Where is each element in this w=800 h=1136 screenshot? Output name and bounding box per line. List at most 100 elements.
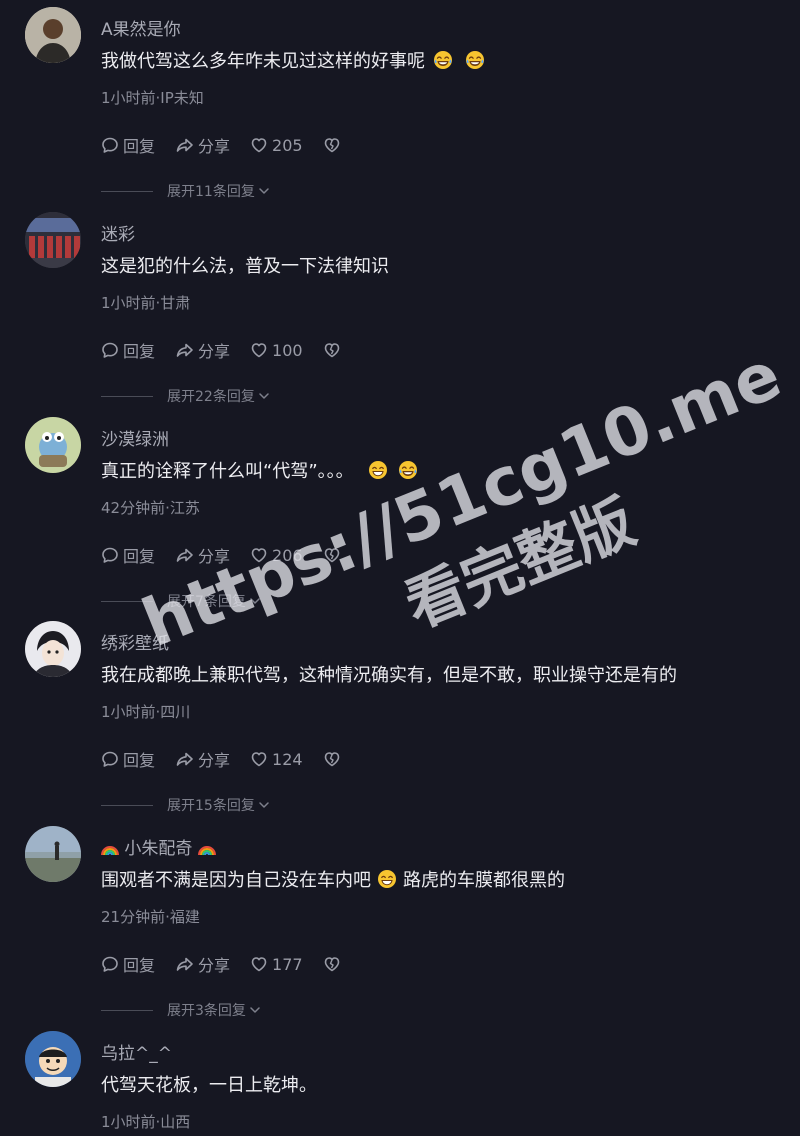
heart-icon (251, 548, 267, 563)
comment-text: 这是犯的什么法，普及一下法律知识 (101, 254, 389, 280)
dislike-button[interactable] (323, 750, 345, 768)
like-button[interactable]: 177 (250, 955, 303, 974)
username[interactable]: 绣彩壁纸 (101, 629, 169, 654)
reply-button[interactable]: 回复 (101, 133, 155, 157)
share-label: 分享 (198, 342, 231, 361)
expand-replies-button[interactable]: 展开15条回复 (101, 795, 270, 815)
chevron-down-icon (259, 188, 269, 194)
comment-text-body: 路虎的车膜都很黑的 (403, 870, 565, 891)
reply-label: 回复 (123, 956, 156, 975)
broken-heart-icon (324, 343, 339, 358)
watermark-caption: 看完整版 (396, 487, 645, 642)
comment-meta: 1小时前·山西 (101, 1113, 191, 1131)
username-text: 小朱配奇 (124, 839, 193, 859)
comment-text-body: 围观者不满是因为自己没在车内吧 (101, 870, 371, 891)
share-arrow-icon (176, 957, 193, 971)
divider-line (101, 600, 153, 602)
laughing-emoji-icon (433, 50, 453, 70)
like-count: 177 (272, 954, 303, 974)
chevron-down-icon (250, 598, 260, 604)
share-button[interactable]: 分享 (175, 133, 230, 157)
comment-actions: 回复 分享 205 (101, 133, 365, 157)
username[interactable]: 小朱配奇 (101, 834, 216, 859)
share-button[interactable]: 分享 (175, 952, 230, 976)
avatar[interactable] (25, 417, 81, 473)
avatar[interactable] (25, 7, 81, 63)
grinning-emoji-icon (368, 460, 388, 480)
reply-button[interactable]: 回复 (101, 338, 155, 362)
reply-button[interactable]: 回复 (101, 543, 155, 567)
laughing-emoji-icon (398, 460, 418, 480)
dislike-button[interactable] (323, 136, 345, 154)
expand-replies-label: 展开3条回复 (167, 1003, 246, 1019)
comment-bubble-icon (102, 956, 118, 972)
like-button[interactable]: 100 (250, 341, 303, 360)
dislike-button[interactable] (323, 955, 345, 973)
username[interactable]: 乌拉^_^ (101, 1039, 172, 1064)
comment-meta: 21分钟前·福建 (101, 908, 200, 926)
watermark-url: https://51cg10.me (132, 336, 791, 662)
comment-actions: 回复 分享 124 (101, 747, 365, 771)
expand-replies-button[interactable]: 展开3条回复 (101, 1000, 261, 1020)
share-arrow-icon (176, 752, 193, 766)
comment-text-body: 这是犯的什么法，普及一下法律知识 (101, 256, 389, 277)
dislike-button[interactable] (323, 546, 345, 564)
broken-heart-icon (324, 752, 339, 767)
comment-bubble-icon (102, 751, 118, 767)
avatar[interactable] (25, 826, 81, 882)
comment-meta: 1小时前·四川 (101, 703, 191, 721)
reply-label: 回复 (123, 547, 156, 566)
expand-replies-label: 展开11条回复 (167, 184, 255, 200)
heart-icon (251, 957, 267, 972)
comment-text: 我在成都晚上兼职代驾，这种情况确实有，但是不敢，职业操守还是有的 (101, 663, 677, 689)
reply-button[interactable]: 回复 (101, 952, 155, 976)
grinning-emoji-icon (377, 869, 397, 889)
expand-replies-button[interactable]: 展开22条回复 (101, 386, 270, 406)
like-count: 124 (272, 749, 303, 769)
username[interactable]: 沙漠绿洲 (101, 425, 169, 450)
comment-text-body: 代驾天花板，一日上乾坤。 (101, 1075, 317, 1096)
share-label: 分享 (198, 751, 231, 770)
like-count: 205 (272, 135, 303, 155)
expand-replies-button[interactable]: 展开11条回复 (101, 181, 270, 201)
rainbow-icon (197, 846, 216, 856)
share-button[interactable]: 分享 (175, 338, 230, 362)
heart-icon (251, 343, 267, 358)
share-button[interactable]: 分享 (175, 543, 230, 567)
laughing-emoji-icon (465, 50, 485, 70)
reply-label: 回复 (123, 751, 156, 770)
comment-bubble-icon (102, 547, 118, 563)
avatar[interactable] (25, 212, 81, 268)
expand-replies-button[interactable]: 展开7条回复 (101, 591, 261, 611)
broken-heart-icon (324, 548, 339, 563)
like-count: 206 (272, 545, 303, 565)
share-label: 分享 (198, 547, 231, 566)
share-label: 分享 (198, 137, 231, 156)
reply-label: 回复 (123, 342, 156, 361)
expand-replies-label: 展开22条回复 (167, 389, 255, 405)
heart-icon (251, 138, 267, 153)
like-button[interactable]: 205 (250, 136, 303, 155)
chevron-down-icon (259, 802, 269, 808)
divider-line (101, 395, 153, 397)
expand-replies-label: 展开7条回复 (167, 594, 246, 610)
avatar[interactable] (25, 621, 81, 677)
username[interactable]: 迷彩 (101, 220, 135, 245)
avatar[interactable] (25, 1031, 81, 1087)
like-button[interactable]: 124 (250, 750, 303, 769)
comment-text: 围观者不满是因为自己没在车内吧 路虎的车膜都很黑的 (101, 868, 565, 894)
broken-heart-icon (324, 138, 339, 153)
share-arrow-icon (176, 343, 193, 357)
share-label: 分享 (198, 956, 231, 975)
like-button[interactable]: 206 (250, 546, 303, 565)
chevron-down-icon (250, 1007, 260, 1013)
dislike-button[interactable] (323, 341, 345, 359)
comment-text-body: 我在成都晚上兼职代驾，这种情况确实有，但是不敢，职业操守还是有的 (101, 665, 677, 686)
reply-button[interactable]: 回复 (101, 747, 155, 771)
comment-meta: 1小时前·甘肃 (101, 294, 191, 312)
comment-text: 真正的诠释了什么叫“代驾”。。。 (101, 459, 418, 485)
username[interactable]: A果然是你 (101, 15, 181, 40)
rainbow-icon (101, 846, 119, 856)
share-button[interactable]: 分享 (175, 747, 230, 771)
comment-text-body: 我做代驾这么多年咋未见过这样的好事呢 (101, 51, 425, 72)
